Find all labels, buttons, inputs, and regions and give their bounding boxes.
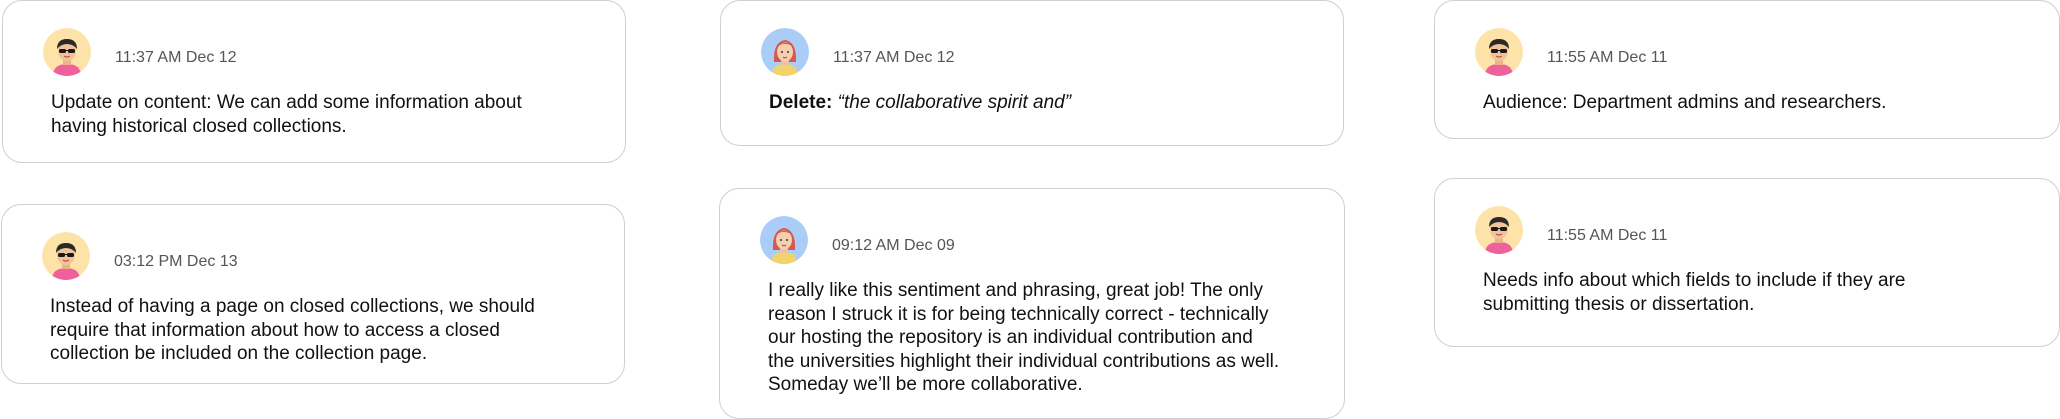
comment-timestamp: 11:55 AM Dec 11 xyxy=(1547,49,1668,66)
comment-timestamp: 11:55 AM Dec 11 xyxy=(1547,227,1668,244)
comment-line: reason I struck it is for being technica… xyxy=(768,303,1269,325)
comment-line: having historical closed collections. xyxy=(51,115,347,137)
comment-timestamp: 03:12 PM Dec 13 xyxy=(114,253,238,270)
comment-line: require that information about how to ac… xyxy=(50,319,500,341)
avatar-sunglasses-icon xyxy=(43,28,91,76)
comment-text: Delete: “the collaborative spirit and” xyxy=(769,91,1071,115)
avatar-sunglasses-icon xyxy=(1475,206,1523,254)
comment-text: Instead of having a page on closed colle… xyxy=(50,295,535,366)
comment-line: our hosting the repository is an individ… xyxy=(768,327,1253,348)
comment-card[interactable]: 11:55 AM Dec 11 Needs info about which f… xyxy=(1434,178,2060,347)
comment-line: submitting thesis or dissertation. xyxy=(1483,293,1755,315)
comment-timestamp: 11:37 AM Dec 12 xyxy=(833,49,955,66)
avatar-sunglasses-icon xyxy=(1475,28,1523,76)
comment-text: Needs info about which fields to include… xyxy=(1483,269,1905,316)
comment-card[interactable]: 03:12 PM Dec 13 Instead of having a page… xyxy=(1,204,625,384)
comment-line: collection be included on the collection… xyxy=(50,343,428,364)
comment-line: Someday we’ll be more collaborative. xyxy=(768,374,1083,395)
comment-timestamp: 09:12 AM Dec 09 xyxy=(832,237,955,254)
comment-card[interactable]: 11:37 AM Dec 12 Update on content: We ca… xyxy=(2,0,626,163)
comment-timestamp: 11:37 AM Dec 12 xyxy=(115,49,237,66)
comment-line: the universities highlight their individ… xyxy=(768,350,1280,372)
comment-card[interactable]: 09:12 AM Dec 09 I really like this senti… xyxy=(719,188,1345,419)
comment-line: Audience: Department admins and research… xyxy=(1483,92,1887,113)
avatar-sunglasses-icon xyxy=(42,232,90,280)
avatar-redhair-icon xyxy=(760,216,808,264)
comment-line: Needs info about which fields to include… xyxy=(1483,270,1906,291)
avatar-redhair-icon xyxy=(761,28,809,76)
delete-label: Delete: xyxy=(769,92,833,113)
comment-text: Audience: Department admins and research… xyxy=(1483,91,1886,115)
comment-line: Instead of having a page on closed colle… xyxy=(50,296,535,317)
comment-card[interactable]: 11:55 AM Dec 11 Audience: Department adm… xyxy=(1434,0,2060,139)
comment-line: I really like this sentiment and phrasin… xyxy=(768,280,1263,301)
comment-text: I really like this sentiment and phrasin… xyxy=(768,279,1279,397)
comment-text: Update on content: We can add some infor… xyxy=(51,91,522,138)
deleted-text: “the collaborative spirit and” xyxy=(837,92,1072,113)
comment-line: Update on content: We can add some infor… xyxy=(51,92,522,113)
comment-card[interactable]: 11:37 AM Dec 12 Delete: “the collaborati… xyxy=(720,0,1344,146)
